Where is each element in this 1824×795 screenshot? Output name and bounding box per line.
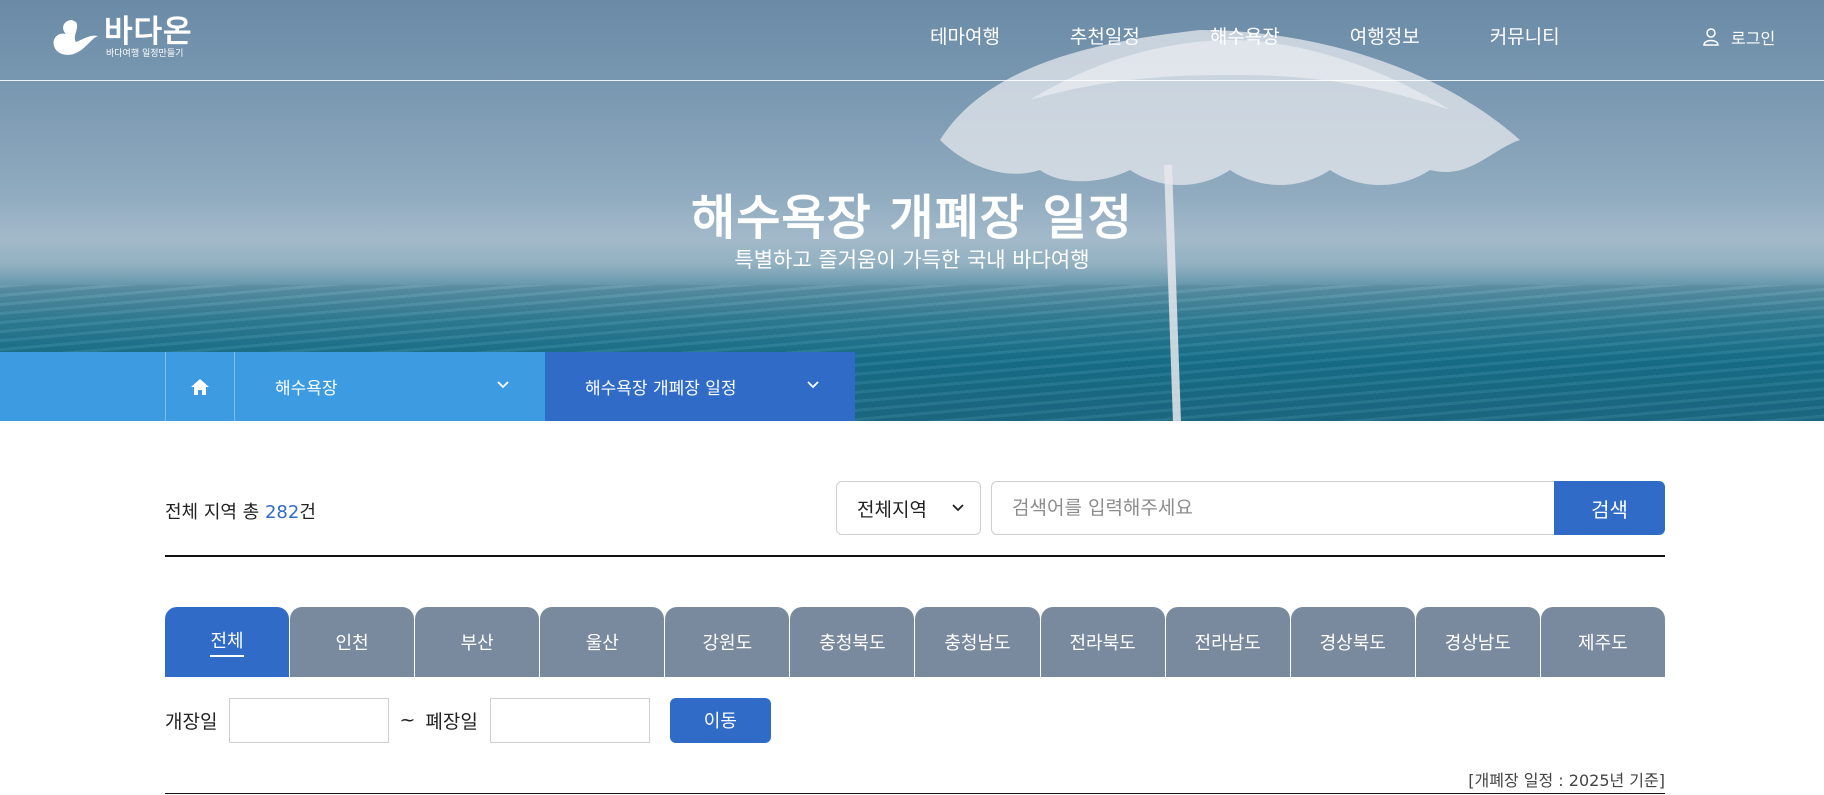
date-filter: 개장일 ~ 폐장일 이동: [165, 697, 771, 743]
close-date-input[interactable]: [489, 697, 650, 743]
tab-gyeongnam[interactable]: 경상남도: [1415, 607, 1540, 677]
table-top-divider: [165, 793, 1665, 794]
site-header: 바다온 바다여행 일정만들기 테마여행 추천일정 해수욕장 여행정보 커뮤니티 …: [0, 0, 1824, 81]
close-date-label: 폐장일: [425, 710, 478, 733]
section-divider: [165, 555, 1665, 557]
page-subtitle: 특별하고 즐거움이 가득한 국내 바다여행: [734, 248, 1090, 272]
breadcrumb-level2-label: 해수욕장 개폐장 일정: [585, 379, 737, 399]
login-link[interactable]: 로그인: [1703, 25, 1775, 49]
search-input[interactable]: [991, 481, 1559, 535]
user-icon: [1703, 28, 1719, 46]
nav-beaches[interactable]: 해수욕장: [1210, 22, 1280, 52]
wave-logo-icon: [53, 20, 98, 55]
breadcrumb-dropdown-schedule[interactable]: 해수욕장 개폐장 일정: [545, 352, 855, 421]
open-date-label: 개장일: [165, 710, 218, 733]
region-tabs: 전체 인천 부산 울산 강원도 충청북도 충청남도 전라북도 전라남도 경상북도…: [165, 607, 1665, 677]
chevron-down-icon: [807, 381, 819, 389]
nav-recommended-schedule[interactable]: 추천일정: [1070, 22, 1140, 52]
date-range-separator: ~: [399, 709, 416, 731]
tab-gyeongbuk[interactable]: 경상북도: [1290, 607, 1415, 677]
main-nav: 테마여행 추천일정 해수욕장 여행정보 커뮤니티: [930, 22, 1630, 52]
home-icon: [191, 378, 209, 395]
tab-chungbuk[interactable]: 충청북도: [790, 607, 915, 677]
breadcrumb-level1-label: 해수욕장: [275, 379, 338, 399]
tab-gangwon[interactable]: 강원도: [665, 607, 790, 677]
page-title: 해수욕장 개폐장 일정: [691, 190, 1133, 246]
nav-travel-info[interactable]: 여행정보: [1350, 22, 1420, 52]
breadcrumb-dropdown-beaches[interactable]: 해수욕장: [235, 352, 545, 421]
tab-all[interactable]: 전체: [165, 607, 290, 677]
tab-jeonnam[interactable]: 전라남도: [1165, 607, 1290, 677]
chevron-down-icon: [497, 381, 509, 389]
tab-jeju[interactable]: 제주도: [1540, 607, 1665, 677]
schedule-basis-note: [개폐장 일정 : 2025년 기준]: [1468, 771, 1665, 790]
region-select[interactable]: 전체지역: [836, 481, 981, 535]
logo-title: 바다온: [104, 14, 193, 50]
tab-ulsan[interactable]: 울산: [540, 607, 665, 677]
result-count: 전체 지역 총 282건: [165, 502, 316, 523]
hero-banner: 바다온 바다여행 일정만들기 테마여행 추천일정 해수욕장 여행정보 커뮤니티 …: [0, 0, 1824, 421]
region-select-value: 전체지역: [857, 498, 927, 521]
login-label: 로그인: [1731, 29, 1776, 48]
logo-subtitle: 바다여행 일정만들기: [106, 49, 184, 59]
search-button[interactable]: 검색: [1554, 481, 1665, 535]
result-count-number: 282: [264, 502, 300, 523]
tab-incheon[interactable]: 인천: [290, 607, 415, 677]
open-date-input[interactable]: [229, 697, 390, 743]
site-logo[interactable]: 바다온 바다여행 일정만들기: [50, 16, 193, 60]
nav-theme-travel[interactable]: 테마여행: [930, 22, 1000, 52]
tab-jeonbuk[interactable]: 전라북도: [1040, 607, 1165, 677]
chevron-down-icon: [952, 504, 964, 512]
breadcrumb: 해수욕장 해수욕장 개폐장 일정: [0, 352, 855, 421]
tab-busan[interactable]: 부산: [415, 607, 540, 677]
breadcrumb-home[interactable]: [165, 352, 235, 421]
nav-community[interactable]: 커뮤니티: [1490, 22, 1560, 52]
move-button[interactable]: 이동: [669, 697, 771, 743]
tab-chungnam[interactable]: 충청남도: [915, 607, 1040, 677]
